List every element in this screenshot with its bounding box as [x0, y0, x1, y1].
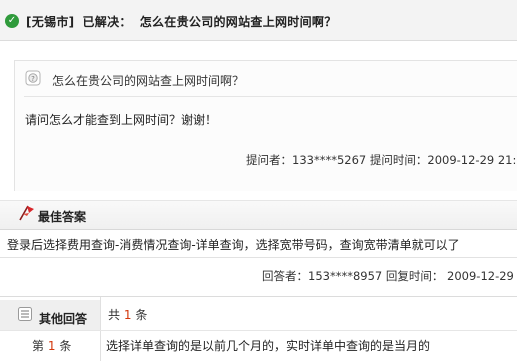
- count-prefix: 共: [108, 308, 121, 322]
- question-status-title: [无锡市] 已解决： 怎么在贵公司的网站查上网时间啊？: [26, 13, 337, 30]
- check-shield-icon: ✓: [5, 14, 19, 28]
- svg-text:?: ?: [31, 75, 35, 83]
- best-answer-meta: 回答者：153****8957 回复时间： 2009-12-29 21: [262, 269, 517, 283]
- question-title: 怎么在贵公司的网站查上网时间啊？: [52, 74, 245, 88]
- divider: [24, 96, 517, 97]
- other-answers-heading: 其他回答: [39, 312, 88, 326]
- best-answer-heading: 最佳答案: [38, 210, 87, 224]
- index-prefix: 第: [32, 339, 45, 353]
- index-suffix: 条: [59, 339, 72, 353]
- other-answer-text: 选择详单查询的是以前几个月的，实时详单中查询的是当月的: [106, 339, 431, 353]
- red-flag-icon: [16, 203, 36, 223]
- answer-index: 第 1 条: [32, 337, 71, 354]
- question-badge-icon: ?: [25, 70, 41, 86]
- divider: [100, 297, 101, 361]
- location-label: [无锡市]: [26, 15, 75, 29]
- list-icon: [17, 306, 33, 322]
- question-meta: 提问者：133****5267 提问时间：2009-12-29 21:0: [246, 153, 517, 167]
- question-headline: 怎么在贵公司的网站查上网时间啊？: [139, 15, 337, 29]
- divider: [0, 257, 517, 258]
- index-value: 1: [47, 339, 56, 353]
- status-label: 已解决：: [82, 15, 132, 29]
- question-body: 请问怎么才能查到上网时间？谢谢！: [25, 113, 218, 127]
- count-value: 1: [123, 308, 132, 322]
- best-answer-body: 登录后选择费用查询-消费情况查询-详单查询，选择宽带号码，查询宽带清单就可以了: [7, 238, 460, 252]
- divider: [0, 330, 517, 331]
- answer-count: 共 1 条: [108, 306, 147, 323]
- count-suffix: 条: [135, 308, 148, 322]
